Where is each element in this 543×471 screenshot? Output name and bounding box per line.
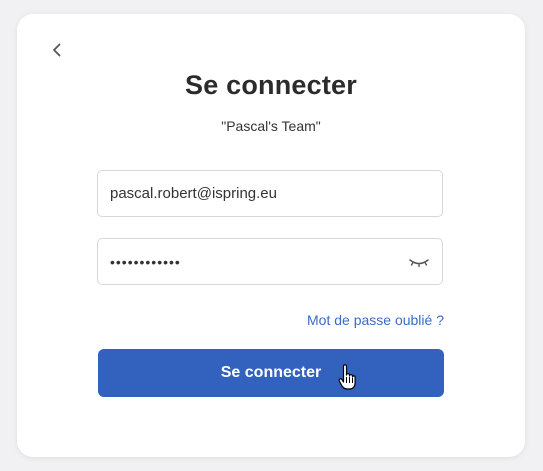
back-button[interactable]	[47, 39, 67, 61]
login-button[interactable]: Se connecter	[98, 349, 444, 397]
page-title: Se connecter	[185, 70, 357, 100]
eye-closed-icon	[409, 259, 429, 268]
password-field-container	[97, 238, 443, 285]
email-field[interactable]	[110, 171, 410, 216]
login-card: Se connecter "Pascal's Team" Mot de pass…	[17, 14, 525, 457]
email-field-container	[97, 170, 443, 217]
show-password-button[interactable]	[408, 252, 430, 272]
team-name: "Pascal's Team"	[221, 118, 321, 134]
password-field[interactable]	[110, 239, 410, 284]
chevron-left-icon	[53, 43, 61, 57]
forgot-password-link[interactable]: Mot de passe oublié ?	[307, 312, 444, 328]
